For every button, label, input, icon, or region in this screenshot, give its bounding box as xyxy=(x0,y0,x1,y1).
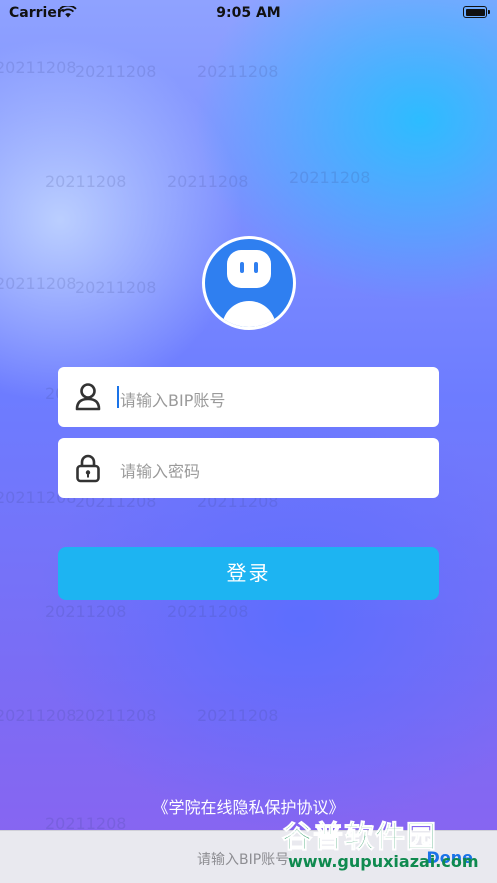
watermark: 20211208 xyxy=(45,602,127,621)
account-field[interactable]: 请输入BIP账号 xyxy=(58,367,439,427)
watermark: 20211208 xyxy=(75,706,157,725)
user-icon xyxy=(75,383,101,411)
password-field[interactable]: 请输入密码 xyxy=(58,438,439,498)
watermark: 20211208 xyxy=(75,278,157,297)
login-button[interactable]: 登录 xyxy=(58,547,439,600)
battery-icon xyxy=(463,6,490,18)
site-logo-name: 谷普软件园 xyxy=(282,820,437,856)
watermark: 20211208 xyxy=(45,172,127,191)
watermark: 20211208 xyxy=(0,706,77,725)
status-time: 9:05 AM xyxy=(216,5,281,21)
status-bar: Carrier 9:05 AM xyxy=(0,0,497,28)
watermark: 20211208 xyxy=(167,602,249,621)
site-logo-url: www.gupuxiazai.com xyxy=(288,852,479,871)
input-preview-text: 请输入BIP账号 xyxy=(197,852,290,868)
watermark: 20211208 xyxy=(197,62,279,81)
password-placeholder: 请输入密码 xyxy=(120,462,201,481)
text-cursor xyxy=(117,386,119,408)
watermark: 20211208 xyxy=(197,706,279,725)
watermark: 20211208 xyxy=(167,172,249,191)
watermark: 20211208 xyxy=(289,168,371,187)
avatar-eye xyxy=(254,262,258,273)
site-logo-watermark: 谷普软件园 www.gupuxiazai.com xyxy=(278,812,494,878)
avatar xyxy=(202,236,296,330)
watermark: 20211208 xyxy=(0,274,77,293)
watermark: 20211208 xyxy=(0,58,77,77)
watermark: 20211208 xyxy=(75,62,157,81)
avatar-body xyxy=(222,301,276,327)
account-placeholder: 请输入BIP账号 xyxy=(120,391,226,410)
lock-icon xyxy=(76,454,100,483)
avatar-eye xyxy=(240,262,244,273)
avatar-head xyxy=(227,250,271,288)
